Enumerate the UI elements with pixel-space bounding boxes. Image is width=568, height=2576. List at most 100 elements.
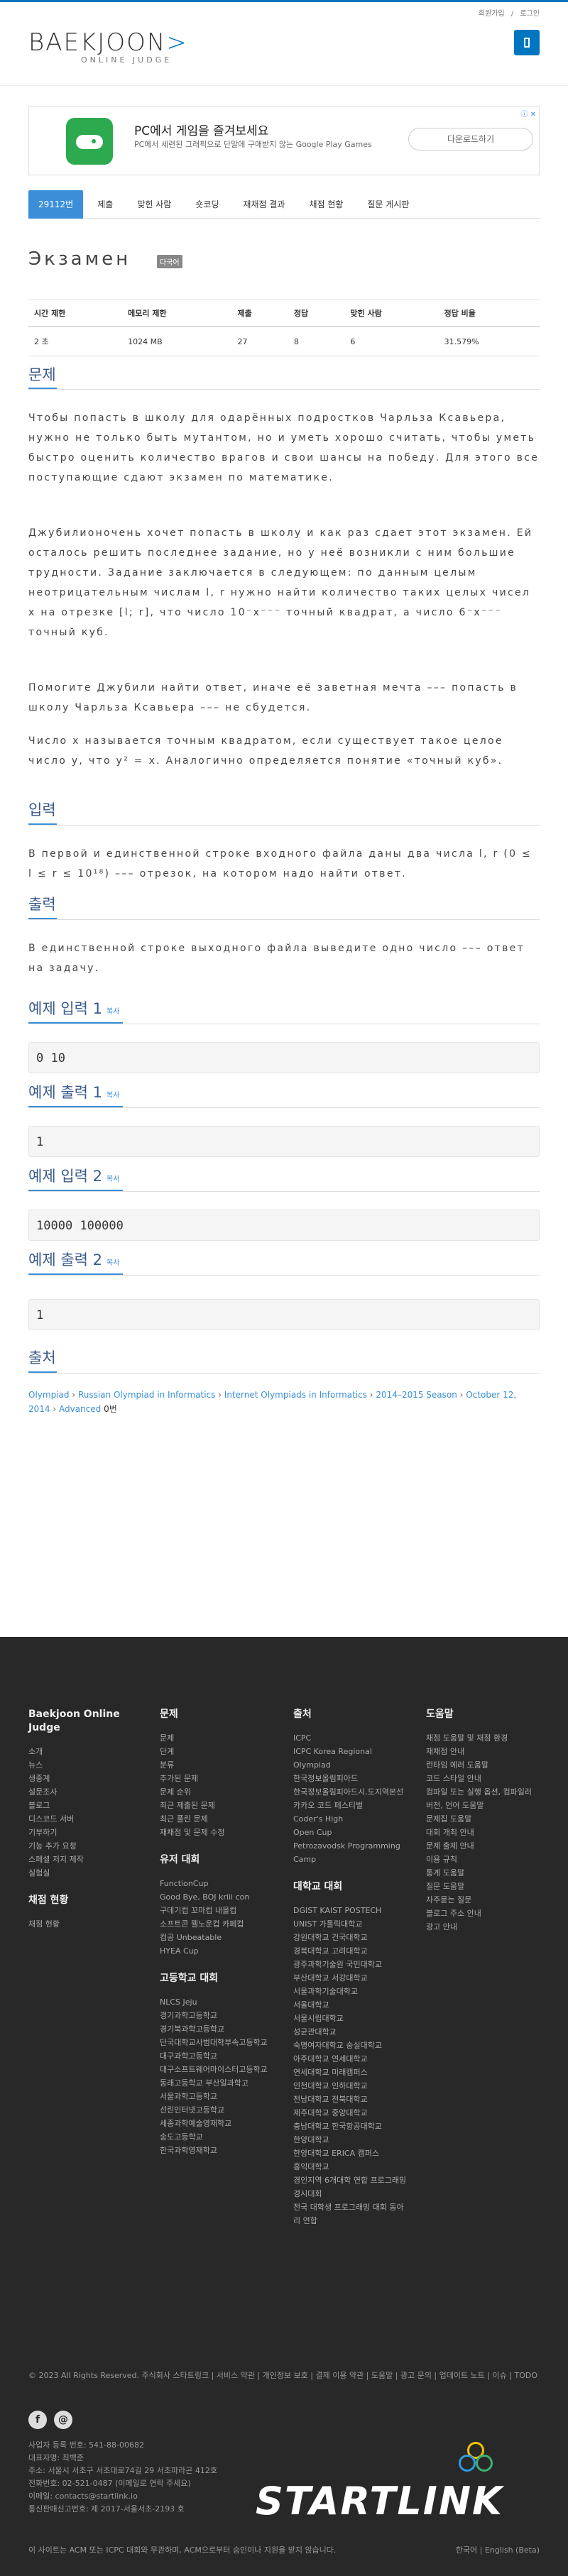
source-link-russian-olympiad[interactable]: Russian Olympiad in Informatics [78,1390,215,1400]
footer-link[interactable]: 대회 개최 안내 [426,1826,540,1839]
footer-link[interactable]: 카카오 코드 페스티벌 [293,1799,407,1812]
footer-link[interactable]: 생중계 [28,1772,135,1785]
footer-link[interactable]: 서울과학기술대학교 [293,1985,407,1998]
footer-link[interactable]: 기부하기 [28,1826,135,1839]
footer-link[interactable]: 경기과학고등학교 [160,2009,273,2022]
source-link-olympiad[interactable]: Olympiad [28,1390,70,1400]
footer-link[interactable]: Olympiad [293,1758,407,1772]
footer-link[interactable]: 성균관대학교 [293,2025,407,2039]
footer-link[interactable]: 전남대학교 전북대학교 [293,2093,407,2106]
footer-link[interactable]: 채점 도움말 및 채점 환경 [426,1731,540,1745]
footer-link[interactable]: 한양대학교 ERICA 캠퍼스 [293,2147,407,2160]
footer-link[interactable]: 문제집 도움말 [426,1812,540,1826]
copy-sample-input-1-button[interactable]: 복사 [106,1008,119,1016]
footer-link[interactable]: 광고 안내 [426,1920,540,1934]
footer-link[interactable]: 동래고등학교 부산일과학고 [160,2076,273,2090]
footer-link[interactable]: 문제 순위 [160,1785,273,1799]
tab-board[interactable]: 질문 게시판 [357,190,419,219]
footer-link[interactable]: 문제 [160,1731,273,1745]
language-selector[interactable]: 한국어 | English (Beta) [440,2544,540,2557]
signup-link[interactable]: 회원가입 [479,10,505,18]
footer-link[interactable]: 대구소프트웨어마이스터고등학교 [160,2063,273,2076]
footer-link[interactable]: 재채점 안내 [426,1745,540,1758]
footer-link[interactable]: 서울과학고등학교 [160,2090,273,2103]
footer-link[interactable]: 컴공 Unbeatable [160,1931,273,1944]
footer-link[interactable]: 문제 출제 안내 [426,1839,540,1853]
footer-links-line[interactable]: © 2023 All Rights Reserved. 주식회사 스타트링크 |… [28,2369,540,2382]
footer-link[interactable]: 설문조사 [28,1785,135,1799]
footer-link[interactable]: 스페셜 저지 제작 [28,1853,135,1866]
footer-link[interactable]: FunctionCup [160,1877,273,1890]
footer-link[interactable]: 컴파일 또는 실행 옵션, 컴파일러 버전, 언어 도움말 [426,1785,540,1812]
footer-link[interactable]: 대구과학고등학교 [160,2049,273,2063]
footer-link[interactable]: ICPC [293,1731,407,1745]
footer-link[interactable]: 코드 스타일 안내 [426,1772,540,1785]
footer-link[interactable]: 아주대학교 연세대학교 [293,2052,407,2066]
tab-problem[interactable]: 29112번 [28,190,84,219]
footer-link[interactable]: 전국 대학생 프로그래밍 대회 동아리 연합 [293,2200,407,2227]
footer-link[interactable]: DGIST KAIST POSTECH UNIST 가톨릭대학교 [293,1904,407,1931]
tab-submit[interactable]: 제출 [87,190,123,219]
footer-link[interactable]: 추가된 문제 [160,1772,273,1785]
footer-link[interactable]: 런타임 에러 도움말 [426,1758,540,1772]
footer-link[interactable]: 구데기컵 꼬마컵 내몰컵 [160,1904,273,1917]
footer-link[interactable]: 질문 도움말 [426,1880,540,1893]
footer-link[interactable]: 경기북과학고등학교 [160,2022,273,2036]
footer-link[interactable]: 소개 [28,1745,135,1758]
footer-link[interactable]: 제주대학교 중앙대학교 [293,2106,407,2120]
source-link-advanced[interactable]: Advanced [59,1404,101,1414]
footer-link[interactable]: 기능 추가 요청 [28,1839,135,1853]
blog-icon[interactable]: @ [54,2411,72,2429]
footer-link[interactable]: 한양대학교 [293,2133,407,2147]
startlink-logo[interactable]: STARTLINK [256,2477,540,2527]
footer-link[interactable]: 최근 제출된 문제 [160,1799,273,1812]
footer-link[interactable]: 단계 [160,1745,273,1758]
footer-link[interactable]: 뉴스 [28,1758,135,1772]
footer-link[interactable]: Good Bye, BOJ kriii con [160,1890,273,1904]
footer-link[interactable]: 선린인터넷고등학교 [160,2103,273,2117]
copy-sample-output-1-button[interactable]: 복사 [106,1092,119,1100]
footer-link[interactable]: 분류 [160,1758,273,1772]
footer-link[interactable]: 부산대학교 서강대학교 [293,1971,407,1985]
footer-link[interactable]: 광주과학기술원 국민대학교 [293,1958,407,1971]
footer-link[interactable]: 강원대학교 건국대학교 [293,1931,407,1944]
footer-link[interactable]: 홍익대학교 [293,2160,407,2174]
footer-link[interactable]: 실험실 [28,1866,135,1880]
footer-link[interactable]: 송도고등학교 [160,2130,273,2144]
footer-link[interactable]: 최근 풀린 문제 [160,1812,273,1826]
footer-link[interactable]: 서울대학교 [293,1998,407,2012]
footer-link[interactable]: 연세대학교 미래캠퍼스 [293,2066,407,2079]
footer-link[interactable]: 충남대학교 한국항공대학교 [293,2120,407,2133]
copy-sample-input-2-button[interactable]: 복사 [106,1175,119,1183]
login-link[interactable]: 로그인 [520,10,540,18]
footer-link[interactable]: Petrozavodsk Programming Camp [293,1839,407,1866]
footer-link[interactable]: 서울시립대학교 [293,2012,407,2025]
footer-link[interactable]: 통계 도움말 [426,1866,540,1880]
footer-link[interactable]: 디스코드 서버 [28,1812,135,1826]
source-link-internet-olympiads[interactable]: Internet Olympiads in Informatics [224,1390,367,1400]
footer-link[interactable]: 세종과학예술영재학교 [160,2117,273,2130]
footer-link[interactable]: 한국정보올림피아드시.도지역본선 [293,1785,407,1799]
tab-shortcoding[interactable]: 숏코딩 [185,190,229,219]
footer-link[interactable]: Coder's High [293,1812,407,1826]
footer-link[interactable]: 경인지역 6개대학 연합 프로그래밍 경시대회 [293,2174,407,2200]
footer-link[interactable]: 한국과학영재학교 [160,2144,273,2157]
ad-banner[interactable]: ⓘ ✕ PC에서 게임을 즐겨보세요 PC에서 세련된 그래픽으로 단말에 구애… [28,106,540,175]
facebook-icon[interactable]: f [28,2411,47,2429]
tab-solvers[interactable]: 맞힌 사람 [127,190,181,219]
footer-link[interactable]: 숙명여자대학교 숭실대학교 [293,2039,407,2052]
footer-link[interactable]: NLCS Jeju [160,1995,273,2009]
footer-link[interactable]: 이용 규칙 [426,1853,540,1866]
ad-download-button[interactable]: 다운로드하기 [408,128,533,150]
tab-status[interactable]: 채점 현황 [299,190,353,219]
ad-choices-icon[interactable]: ⓘ ✕ [520,108,536,119]
footer-link[interactable]: 경북대학교 고려대학교 [293,1944,407,1958]
footer-link[interactable]: 재채점 및 문제 수정 [160,1826,273,1839]
site-logo[interactable]: BAEKJOON> ONLINE JUDGE [28,28,213,71]
footer-link[interactable]: 채점 현황 [28,1917,135,1931]
footer-link[interactable]: HYEA Cup [160,1944,273,1958]
footer-link[interactable]: 블로그 주소 안내 [426,1907,540,1920]
footer-link[interactable]: 블로그 [28,1799,135,1812]
footer-link[interactable]: ICPC Korea Regional [293,1745,407,1758]
footer-link[interactable]: 소프트콘 웰노운컵 카페컵 [160,1917,273,1931]
